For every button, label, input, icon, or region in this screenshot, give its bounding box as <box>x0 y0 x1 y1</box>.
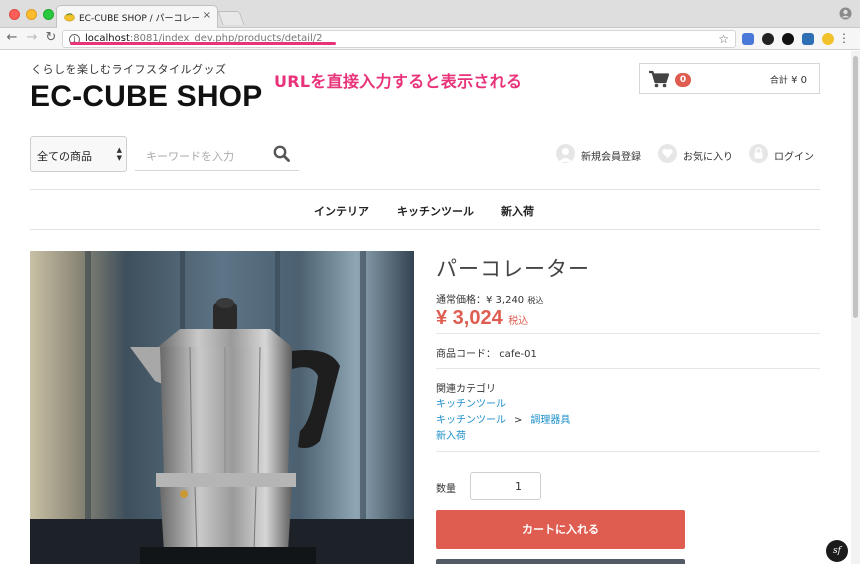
favorites-label: お気に入り <box>683 152 733 163</box>
select-arrows-icon: ▲ ▼ <box>116 146 122 162</box>
product-code-value: cafe-01 <box>499 349 537 360</box>
scrollbar-thumb[interactable] <box>853 56 858 318</box>
badge-extension-icon[interactable] <box>782 33 794 45</box>
annotation-text: URLを直接入力すると表示される <box>274 72 523 91</box>
cart-summary[interactable]: 0 合計 ¥ 0 <box>639 63 820 94</box>
product-image[interactable] <box>30 251 414 564</box>
search-icon[interactable] <box>273 145 290 162</box>
back-arrow-icon[interactable]: ← <box>5 31 19 45</box>
nav-item-kitchen-tools[interactable]: キッチンツール <box>397 203 474 219</box>
category-link-kitchen-tools-parent[interactable]: キッチンツール <box>436 415 506 426</box>
cart-total-value: ¥ 0 <box>791 75 807 86</box>
shop-logo-title[interactable]: EC-CUBE SHOP <box>30 80 262 114</box>
lemon-extension-icon[interactable] <box>822 33 834 45</box>
address-bar[interactable]: i localhost:8081/index_dev.php/products/… <box>62 30 736 48</box>
minimize-window-button[interactable] <box>26 9 37 20</box>
quantity-input[interactable]: 1 <box>470 472 541 500</box>
cart-count-badge: 0 <box>675 73 691 87</box>
quantity-value: 1 <box>515 480 522 493</box>
category-link-new-arrivals[interactable]: 新入荷 <box>436 427 466 442</box>
nav-item-new-arrivals[interactable]: 新入荷 <box>501 203 534 219</box>
related-categories-label: 関連カテゴリ <box>436 384 496 395</box>
camera-extension-icon[interactable] <box>762 33 774 45</box>
close-window-button[interactable] <box>9 9 20 20</box>
tab-close-icon[interactable]: × <box>203 10 211 22</box>
sale-price-value: ¥ 3,024 <box>436 307 503 329</box>
profile-icon[interactable] <box>839 7 852 20</box>
url-highlight-underline <box>70 42 336 45</box>
percolator-photo <box>30 251 414 564</box>
reload-icon[interactable]: ↻ <box>44 31 58 45</box>
category-divider <box>436 451 820 452</box>
normal-price-value: ¥ 3,240 <box>486 295 525 306</box>
lock-icon <box>749 144 768 163</box>
search-input[interactable]: キーワードを入力 <box>135 137 299 171</box>
cart-icon <box>649 70 670 88</box>
favorite-button-partial[interactable] <box>436 559 685 564</box>
nav-item-interior[interactable]: インテリア <box>314 203 369 219</box>
login-label: ログイン <box>774 152 814 163</box>
lemon-favicon-icon <box>64 13 75 22</box>
browser-toolbar: ← → ↻ i localhost:8081/index_dev.php/pro… <box>0 28 860 50</box>
add-to-cart-button[interactable]: カートに入れる <box>436 510 685 549</box>
forward-arrow-icon[interactable]: → <box>25 31 39 45</box>
product-code-label: 商品コード： <box>436 349 496 360</box>
sale-price-tax: 税込 <box>508 316 529 327</box>
normal-price-label: 通常価格： <box>436 295 486 306</box>
sale-price: ¥ 3,024 税込 <box>436 307 528 330</box>
translate-extension-icon[interactable] <box>742 33 754 45</box>
cart-total: 合計 ¥ 0 <box>770 73 807 86</box>
category-link-cooking-tools[interactable]: 調理器具 <box>530 415 570 426</box>
heart-icon <box>658 144 677 163</box>
code-divider <box>436 368 820 369</box>
maximize-window-button[interactable] <box>43 9 54 20</box>
nav-divider <box>30 229 820 230</box>
bookmark-star-icon[interactable]: ☆ <box>718 32 729 46</box>
quantity-label: 数量 <box>436 484 456 495</box>
tab-title: EC-CUBE SHOP / パーコレータ <box>79 14 199 24</box>
product-name: パーコレーター <box>436 257 590 281</box>
category-select-value: 全ての商品 <box>37 150 92 163</box>
breadcrumb-separator: > <box>514 415 523 426</box>
category-select[interactable]: 全ての商品 ▲ ▼ <box>30 136 127 172</box>
cart-total-label: 合計 <box>769 76 788 86</box>
symfony-debug-badge[interactable]: sf <box>826 540 848 562</box>
price-divider <box>436 333 820 334</box>
browser-tab-active[interactable]: EC-CUBE SHOP / パーコレータ × <box>56 5 218 29</box>
new-tab-button[interactable] <box>217 11 245 25</box>
browser-menu-icon[interactable]: ⋮ <box>838 31 850 45</box>
normal-price: 通常価格：¥ 3,240 税込 <box>436 291 543 306</box>
category-path: キッチンツール > 調理器具 <box>436 411 570 426</box>
shop-tagline: くらしを楽しむライフスタイルグッズ <box>31 63 227 76</box>
header-divider <box>30 189 820 190</box>
browser-titlebar: EC-CUBE SHOP / パーコレータ × <box>0 0 860 29</box>
register-label: 新規会員登録 <box>581 152 641 163</box>
category-link-kitchen-tools[interactable]: キッチンツール <box>436 395 506 410</box>
s-extension-icon[interactable] <box>802 33 814 45</box>
user-icon <box>556 144 575 163</box>
normal-price-tax: 税込 <box>527 296 544 305</box>
search-placeholder: キーワードを入力 <box>146 150 234 163</box>
product-code: 商品コード： cafe-01 <box>436 345 537 360</box>
